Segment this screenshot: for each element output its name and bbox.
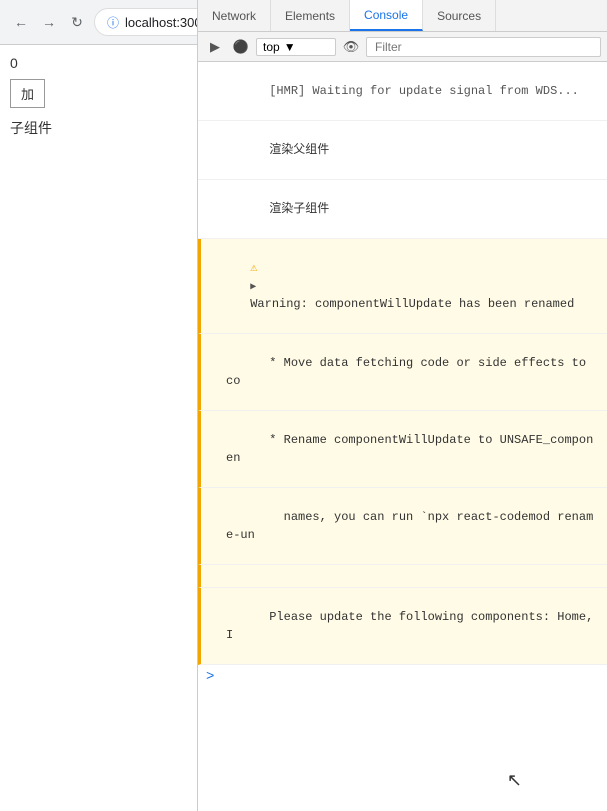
execute-button[interactable]: ▶ <box>204 36 226 58</box>
console-warning-detail: * Rename componentWillUpdate to UNSAFE_c… <box>198 411 607 488</box>
console-warning-detail <box>198 565 607 588</box>
child-component-label: 子组件 <box>10 118 187 138</box>
page-content: 0 加 子组件 <box>0 45 197 148</box>
tab-network[interactable]: Network <box>198 0 271 31</box>
eye-button[interactable]: 👁 <box>340 36 362 58</box>
tab-elements[interactable]: Elements <box>271 0 350 31</box>
context-label: top <box>263 40 280 54</box>
warning-detail-text: * Rename componentWillUpdate to UNSAFE_c… <box>226 433 593 465</box>
context-selector[interactable]: top ▼ <box>256 38 336 56</box>
clear-button[interactable]: ⚫ <box>230 36 252 58</box>
filter-input[interactable] <box>366 37 601 57</box>
back-button[interactable]: ← <box>10 11 32 33</box>
console-warning-line: ⚠ ▶ Warning: componentWillUpdate has bee… <box>198 239 607 334</box>
console-line: [HMR] Waiting for update signal from WDS… <box>198 62 607 121</box>
warning-text: Warning: componentWillUpdate has been re… <box>250 297 574 311</box>
console-line: 渲染子组件 <box>198 180 607 239</box>
reload-button[interactable]: ↻ <box>66 11 88 33</box>
chevron-down-icon: ▼ <box>284 40 296 54</box>
console-warning-detail: Please update the following components: … <box>198 588 607 665</box>
devtools-panel: Network Elements Console Sources ▶ ⚫ top… <box>197 0 607 811</box>
add-button[interactable]: 加 <box>10 79 45 108</box>
devtools-toolbar: ▶ ⚫ top ▼ 👁 <box>198 32 607 62</box>
warning-detail-text: names, you can run `npx react-codemod re… <box>226 510 593 542</box>
console-warning-detail: names, you can run `npx react-codemod re… <box>198 488 607 565</box>
console-text: [HMR] Waiting for update signal from WDS… <box>269 84 579 98</box>
tab-console[interactable]: Console <box>350 0 423 31</box>
console-text: 渲染父组件 <box>269 143 329 157</box>
expand-icon[interactable]: ▶ <box>250 282 256 293</box>
console-output: [HMR] Waiting for update signal from WDS… <box>198 62 607 811</box>
warning-detail-text: Please update the following components: … <box>226 610 600 642</box>
console-warning-detail: * Move data fetching code or side effect… <box>198 334 607 411</box>
lock-icon: ⓘ <box>107 14 119 31</box>
tab-sources[interactable]: Sources <box>423 0 496 31</box>
console-prompt[interactable]: > <box>198 665 607 689</box>
warning-detail-text: * Move data fetching code or side effect… <box>226 356 593 388</box>
forward-button[interactable]: → <box>38 11 60 33</box>
page-counter: 0 <box>10 55 187 71</box>
warning-icon: ⚠ <box>250 261 257 275</box>
console-text: 渲染子组件 <box>269 202 329 216</box>
console-line: 渲染父组件 <box>198 121 607 180</box>
devtools-tabs: Network Elements Console Sources <box>198 0 607 32</box>
